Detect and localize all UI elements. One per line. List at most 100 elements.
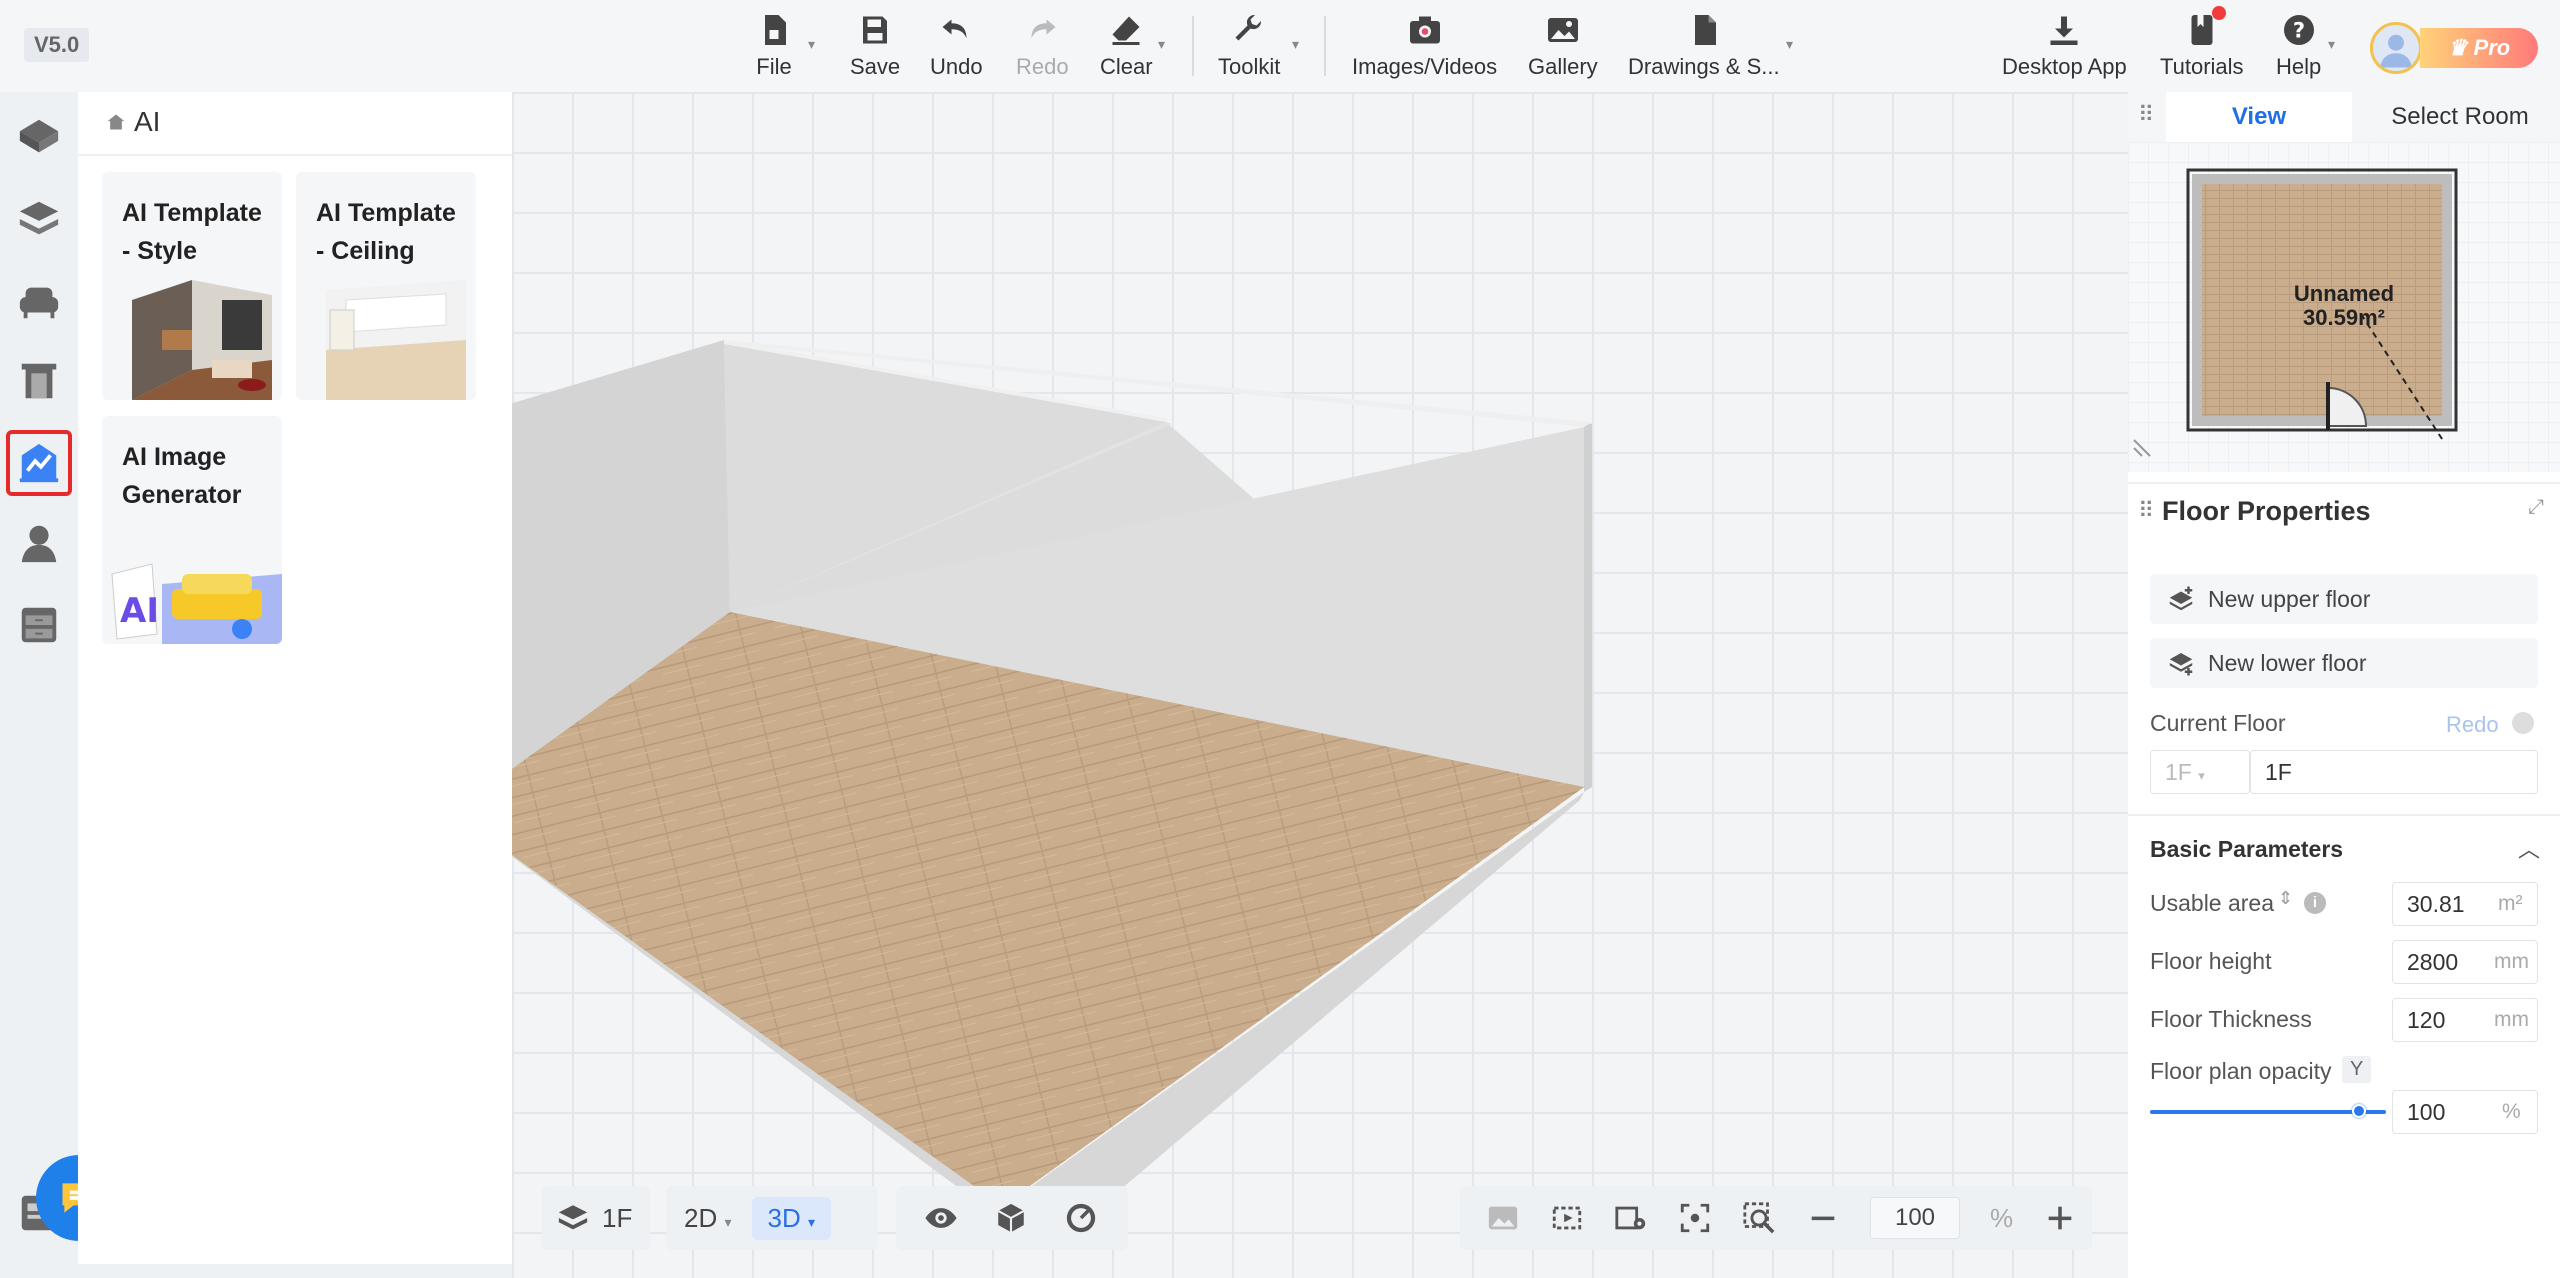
card-title: AI Template - Style [122, 199, 262, 265]
speedometer-icon[interactable] [1064, 1201, 1098, 1235]
drawings-button[interactable]: Drawings & S... [1628, 10, 1780, 82]
zoom-unit: % [1990, 1202, 2014, 1233]
floor-selector[interactable]: 1F [542, 1186, 650, 1250]
image-icon[interactable] [1486, 1201, 1520, 1235]
info-icon[interactable]: i [2304, 892, 2326, 914]
save-button[interactable]: Save [850, 10, 900, 82]
sidebar-item-cabinet[interactable] [6, 592, 72, 658]
download-icon [2050, 16, 2078, 45]
file-label: File [756, 54, 792, 79]
right-panel-tabs: ⠿ View Select Room [2128, 92, 2560, 142]
focus-icon[interactable] [1678, 1201, 1712, 1235]
zoom-value: 100 [1894, 1204, 1936, 1231]
drawings-caret-icon[interactable]: ▾ [1786, 36, 1793, 53]
chevron-down-icon: ▾ [724, 1213, 732, 1230]
camera-zoom-tools: 100 % [1460, 1186, 2092, 1250]
sidebar-item-furniture[interactable] [6, 268, 72, 334]
zoom-out-icon[interactable] [1806, 1201, 1840, 1235]
help-caret-icon[interactable]: ▾ [2328, 36, 2335, 53]
toolkit-label: Toolkit [1218, 54, 1281, 79]
new-lower-floor-button[interactable]: New lower floor [2150, 638, 2538, 688]
gallery-icon [1547, 18, 1578, 42]
gallery-button[interactable]: Gallery [1528, 10, 1598, 82]
zoom-input[interactable]: 100 [1870, 1197, 1960, 1239]
tab-select-room[interactable]: Select Room [2360, 92, 2560, 142]
chevron-up-icon[interactable]: ︿ [2518, 832, 2540, 864]
desktop-app-label: Desktop App [2002, 54, 2127, 79]
user-avatar-icon [2380, 34, 2412, 68]
images-videos-label: Images/Videos [1352, 54, 1498, 79]
basic-parameters-title: Basic Parameters [2150, 836, 2344, 862]
desktop-app-button[interactable]: Desktop App [2002, 10, 2127, 82]
save-label: Save [850, 54, 901, 79]
floor-height-unit: mm [2494, 950, 2529, 973]
floor-height-value: 2800 [2407, 949, 2459, 975]
minimap-room-area: 30.59m² [2303, 305, 2385, 330]
mode-2d-label: 2D [684, 1202, 718, 1233]
zoom-in-icon[interactable] [2043, 1201, 2077, 1235]
redo-link[interactable]: Redo [2446, 712, 2499, 738]
toolkit-caret-icon[interactable]: ▾ [1292, 36, 1299, 53]
user-icon [21, 525, 57, 563]
floor-select[interactable]: 1F ▾ [2150, 750, 2250, 794]
toolbar-divider [1192, 16, 1194, 76]
tab-view[interactable]: View [2166, 92, 2352, 142]
mode-3d-label: 3D [767, 1202, 801, 1233]
clear-caret-icon[interactable]: ▾ [1158, 36, 1165, 53]
select-area-icon[interactable] [1550, 1201, 1584, 1235]
mode-2d-button[interactable]: 2D ▾ [676, 1197, 740, 1240]
ai-panel-title-text: AI [134, 106, 161, 137]
camera-icon [1409, 16, 1440, 44]
view-tools [896, 1186, 1128, 1250]
opacity-slider-track[interactable] [2150, 1110, 2386, 1114]
floor-name-input[interactable]: 1F [2250, 750, 2538, 794]
floor-plan-minimap[interactable]: Unnamed 30.59m² [2128, 142, 2560, 472]
undo-button[interactable]: Undo [930, 10, 983, 82]
sidebar-item-door[interactable] [6, 348, 72, 414]
usable-area-unit: m² [2498, 892, 2523, 915]
floor-select-value: 1F [2165, 759, 2192, 785]
add-layer-down-icon [2169, 653, 2193, 676]
help-button[interactable]: ? Help [2276, 10, 2321, 82]
sort-icon[interactable]: ⇕ [2278, 888, 2293, 909]
gallery-label: Gallery [1528, 54, 1598, 79]
zoom-fit-icon[interactable] [1742, 1201, 1776, 1235]
new-upper-floor-label: New upper floor [2208, 585, 2371, 612]
clear-button[interactable]: Clear [1100, 10, 1153, 82]
file-button[interactable]: File [756, 10, 792, 82]
eye-icon[interactable] [924, 1201, 958, 1235]
3d-viewport[interactable] [512, 92, 2128, 1278]
clear-label: Clear [1100, 54, 1153, 79]
ai-template-style-card[interactable]: AI Template - Style [102, 172, 282, 400]
sidebar-item-layers[interactable] [6, 186, 72, 252]
resize-handle-icon[interactable] [2133, 439, 2151, 457]
cube-icon[interactable] [994, 1201, 1028, 1235]
camera-settings-icon[interactable] [1614, 1201, 1648, 1235]
wrench-icon [1235, 14, 1262, 41]
toolkit-button[interactable]: Toolkit [1218, 10, 1280, 82]
drag-handle-icon[interactable]: ⠿ [2138, 498, 2154, 524]
file-caret-icon[interactable]: ▾ [808, 36, 815, 53]
mode-3d-button[interactable]: 3D ▾ [751, 1196, 832, 1240]
sidebar-item-floor-plan[interactable] [6, 104, 72, 170]
minimap-room-name: Unnamed [2294, 281, 2394, 306]
new-upper-floor-button[interactable]: New upper floor [2150, 574, 2538, 624]
drag-handle-icon[interactable]: ⠿ [2138, 102, 2154, 128]
tutorials-button[interactable]: Tutorials [2160, 10, 2244, 82]
ai-template-ceiling-card[interactable]: AI Template - Ceiling [296, 172, 476, 400]
sidebar-item-user[interactable] [6, 510, 72, 576]
chevron-down-icon: ▾ [808, 1213, 816, 1230]
tutorials-label: Tutorials [2160, 54, 2244, 79]
minimap[interactable]: Unnamed 30.59m² [2128, 142, 2560, 472]
pro-badge[interactable]: ♛ Pro [2420, 28, 2538, 68]
ai-image-generator-card[interactable]: AI Image Generator AI [102, 416, 282, 644]
redo-button[interactable]: Redo [1016, 10, 1069, 82]
room-3d-scene[interactable] [512, 92, 2128, 1278]
opacity-slider-thumb[interactable] [2352, 1104, 2366, 1118]
avatar[interactable] [2370, 22, 2422, 74]
expand-icon[interactable]: ⤢ [2528, 496, 2544, 519]
help-label: Help [2276, 54, 2322, 79]
sidebar-item-ai[interactable] [6, 430, 72, 496]
ceiling-thumbnail [326, 280, 466, 400]
images-videos-button[interactable]: Images/Videos [1352, 10, 1497, 82]
